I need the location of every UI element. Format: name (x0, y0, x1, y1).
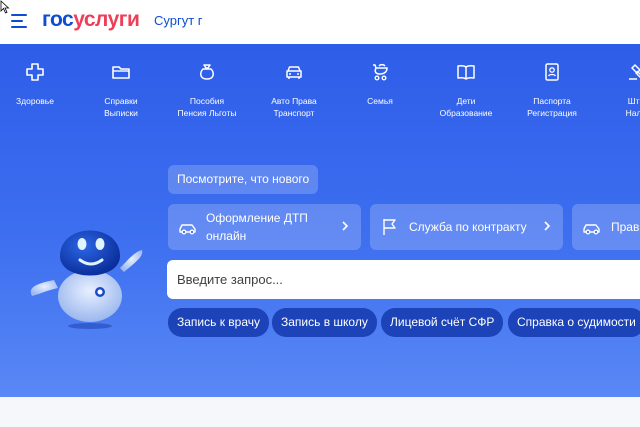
category-label: Здоровье (16, 96, 54, 106)
category-label: Справки Выписки (104, 96, 138, 118)
content-area (0, 397, 640, 427)
category-passports[interactable]: Паспорта Регистрация (512, 62, 592, 119)
stroller-icon (373, 63, 388, 81)
card-title: Прав (611, 220, 640, 234)
category-family[interactable]: Семья (340, 62, 420, 107)
chevron-right-icon (342, 221, 349, 231)
search-input[interactable] (167, 260, 640, 299)
whats-new-button[interactable]: Посмотрите, что нового (168, 165, 319, 194)
money-bag-icon (200, 64, 214, 80)
car-outline-icon (179, 224, 196, 235)
top-header: госуслуги Сургут г (0, 0, 640, 44)
category-health[interactable]: Здоровье (0, 62, 75, 107)
robot-mascot (30, 230, 143, 329)
category-label: Дети Образование (439, 96, 493, 118)
car-icon (286, 66, 302, 79)
hero-section: Здоровье Справки Выписки Пособия Пенсия Ль… (0, 44, 640, 397)
gavel-icon (629, 64, 640, 80)
category-fines[interactable]: ШтрНало (596, 62, 640, 119)
category-label: Паспорта Регистрация (527, 96, 577, 118)
category-benefits[interactable]: Пособия Пенсия Льготы (167, 62, 247, 119)
gosuslugi-logo[interactable]: госуслуги (42, 8, 140, 32)
card-title: Служба по контракту (409, 220, 527, 234)
category-label: ШтрНало (625, 96, 640, 118)
category-certificates[interactable]: Справки Выписки (81, 62, 161, 119)
search-box (167, 260, 640, 299)
category-children[interactable]: Дети Образование (426, 62, 506, 119)
category-label: Пособия Пенсия Льготы (177, 96, 237, 118)
logo-part-gos: гос (42, 8, 74, 31)
category-auto[interactable]: Авто Права Транспорт (254, 62, 334, 119)
car-outline-icon (583, 224, 600, 235)
quick-link-criminal-record[interactable]: Справка о судимости (508, 308, 640, 337)
logo-part-uslugi: услуги (73, 8, 140, 31)
category-label: Авто Права Транспорт (271, 96, 317, 118)
quick-link-doctor[interactable]: Запись к врачу (168, 308, 270, 337)
menu-icon[interactable] (11, 13, 29, 29)
quick-link-sfr-account[interactable]: Лицевой счёт СФР (381, 308, 504, 337)
city-selector[interactable]: Сургут г (154, 13, 203, 28)
card-contract-service[interactable]: Служба по контракту (370, 204, 563, 250)
category-label: Семья (367, 96, 393, 106)
card-accident-online[interactable]: Оформление ДТП онлайн (168, 204, 361, 250)
folder-icon (112, 66, 130, 79)
passport-icon (545, 63, 559, 81)
card-driver-license[interactable]: Прав (572, 204, 640, 250)
mouse-cursor-icon (0, 0, 10, 14)
chevron-right-icon (544, 221, 551, 231)
plus-cross-icon (26, 63, 44, 81)
flag-icon (383, 219, 396, 235)
open-book-icon (457, 64, 475, 80)
card-title: Оформление ДТП онлайн (206, 211, 308, 243)
quick-link-school[interactable]: Запись в школу (272, 308, 377, 337)
